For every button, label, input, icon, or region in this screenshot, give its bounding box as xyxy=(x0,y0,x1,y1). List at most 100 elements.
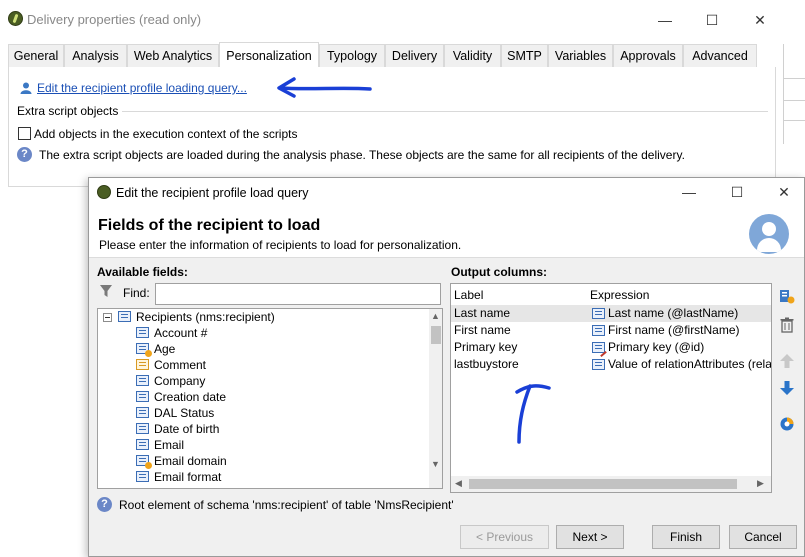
field-icon xyxy=(136,471,149,482)
tab-bar: General Analysis Web Analytics Personali… xyxy=(8,42,776,68)
output-row-label: First name xyxy=(454,323,511,337)
output-row-expression: Last name (@lastName) xyxy=(608,306,739,320)
output-horizontal-scrollbar[interactable]: ◀ ▶ xyxy=(451,476,771,492)
available-fields-label: Available fields: xyxy=(97,265,188,279)
output-row-label: lastbuystore xyxy=(454,357,519,371)
tree-item[interactable]: Comment xyxy=(136,357,206,373)
background-window-edge xyxy=(783,44,805,144)
scroll-right-icon[interactable]: ▶ xyxy=(757,478,764,489)
output-row[interactable]: Last name Last name (@lastName) xyxy=(451,305,771,322)
output-row-expression: Primary key (@id) xyxy=(608,340,705,354)
annotation-arrow-icon xyxy=(277,77,372,98)
info-icon: ? xyxy=(97,497,112,512)
close-button[interactable]: ✕ xyxy=(740,8,780,32)
tree-item[interactable]: Email format xyxy=(136,469,221,485)
edit-query-link[interactable]: Edit the recipient profile loading query… xyxy=(37,81,247,95)
maximize-button[interactable]: ☐ xyxy=(692,8,732,32)
user-icon xyxy=(20,82,32,94)
field-icon xyxy=(592,308,605,319)
window-title: Delivery properties (read only) xyxy=(27,12,202,27)
minimize-button[interactable]: — xyxy=(645,8,685,32)
tab-delivery[interactable]: Delivery xyxy=(385,44,444,68)
output-row[interactable]: First name First name (@firstName) xyxy=(451,322,771,339)
tree-item-label: Email domain xyxy=(154,454,227,468)
tab-web-analytics[interactable]: Web Analytics xyxy=(127,44,219,68)
tab-advanced[interactable]: Advanced xyxy=(683,44,757,68)
find-input[interactable] xyxy=(155,283,441,305)
output-row-label: Primary key xyxy=(454,340,518,354)
output-row-expression: First name (@firstName) xyxy=(608,323,740,337)
dialog-heading: Fields of the recipient to load xyxy=(98,217,321,234)
move-up-icon[interactable] xyxy=(779,353,795,369)
cancel-button[interactable]: Cancel xyxy=(729,525,797,549)
tree-scrollbar[interactable]: ▲ ▼ xyxy=(429,309,442,488)
field-icon xyxy=(136,391,149,402)
schema-icon xyxy=(118,311,131,322)
info-text: The extra script objects are loaded duri… xyxy=(39,148,685,162)
memo-field-icon xyxy=(136,359,149,370)
field-icon xyxy=(136,439,149,450)
tab-smtp[interactable]: SMTP xyxy=(501,44,548,68)
tree-item-label: Comment xyxy=(154,358,207,372)
tree-item[interactable]: Account # xyxy=(136,325,207,341)
column-header-expression[interactable]: Expression xyxy=(590,288,649,302)
tree-item[interactable]: DAL Status xyxy=(136,405,214,421)
tab-typology[interactable]: Typology xyxy=(319,44,385,68)
move-down-icon[interactable] xyxy=(779,380,795,396)
status-text: Root element of schema 'nms:recipient' o… xyxy=(119,498,454,512)
field-icon xyxy=(592,325,605,336)
scroll-up-icon[interactable]: ▲ xyxy=(431,311,440,321)
find-label: Find: xyxy=(123,286,150,300)
previous-button[interactable]: < Previous xyxy=(460,525,549,549)
tab-approvals[interactable]: Approvals xyxy=(613,44,683,68)
scroll-down-icon[interactable]: ▼ xyxy=(431,459,440,469)
tree-item-label: Company xyxy=(154,374,206,388)
filter-icon xyxy=(100,285,112,297)
field-icon xyxy=(136,407,149,418)
annotation-up-arrow-icon xyxy=(515,384,551,444)
column-header-label[interactable]: Label xyxy=(454,288,483,302)
available-fields-tree[interactable]: Recipients (nms:recipient) Account # Age… xyxy=(97,308,443,489)
next-button[interactable]: Next > xyxy=(556,525,624,549)
output-columns-list[interactable]: Label Expression Last name Last name (@l… xyxy=(450,283,772,493)
tree-item[interactable]: Creation date xyxy=(136,389,226,405)
tree-item-label: Date of birth xyxy=(154,422,220,436)
output-row[interactable]: lastbuystore Value of relationAttributes… xyxy=(451,356,771,373)
tab-analysis[interactable]: Analysis xyxy=(64,44,127,68)
tree-scroll-thumb[interactable] xyxy=(431,326,441,344)
output-row-label: Last name xyxy=(454,306,511,320)
tab-validity[interactable]: Validity xyxy=(444,44,501,68)
collapse-icon[interactable] xyxy=(103,313,112,322)
tree-item-label: DAL Status xyxy=(154,406,215,420)
dialog-maximize-button[interactable]: ☐ xyxy=(717,180,757,204)
add-objects-label: Add objects in the execution context of … xyxy=(34,127,298,141)
output-row[interactable]: Primary key Primary key (@id) xyxy=(451,339,771,356)
tree-root[interactable]: Recipients (nms:recipient) xyxy=(118,309,275,325)
tab-variables[interactable]: Variables xyxy=(548,44,613,68)
dialog-titlebar: Edit the recipient profile load query — … xyxy=(89,178,804,206)
key-field-icon xyxy=(592,342,605,353)
tree-item[interactable]: Company xyxy=(136,373,205,389)
scroll-left-icon[interactable]: ◀ xyxy=(455,478,462,489)
output-row-expression: Value of relationAttributes (rela xyxy=(608,357,772,371)
tab-personalization[interactable]: Personalization xyxy=(219,42,319,68)
tab-general[interactable]: General xyxy=(8,44,64,68)
tree-item[interactable]: Email xyxy=(136,437,184,453)
output-scroll-thumb[interactable] xyxy=(469,479,737,489)
add-column-icon[interactable] xyxy=(779,288,795,304)
distribution-icon[interactable] xyxy=(779,416,795,432)
app-logo-icon xyxy=(97,185,111,199)
dialog-close-button[interactable]: ✕ xyxy=(764,180,804,204)
finish-button[interactable]: Finish xyxy=(652,525,720,549)
tree-item[interactable]: Email domain xyxy=(136,453,227,469)
info-icon: ? xyxy=(17,147,32,162)
dialog-minimize-button[interactable]: — xyxy=(669,180,709,204)
delete-icon[interactable] xyxy=(779,317,795,333)
tree-item[interactable]: Date of birth xyxy=(136,421,219,437)
load-query-dialog: Edit the recipient profile load query — … xyxy=(88,177,805,557)
tree-item[interactable]: Age xyxy=(136,341,175,357)
tree-item-label: Creation date xyxy=(154,390,227,404)
add-objects-checkbox[interactable] xyxy=(18,127,31,140)
output-columns-label: Output columns: xyxy=(451,265,547,279)
field-icon xyxy=(592,359,605,370)
